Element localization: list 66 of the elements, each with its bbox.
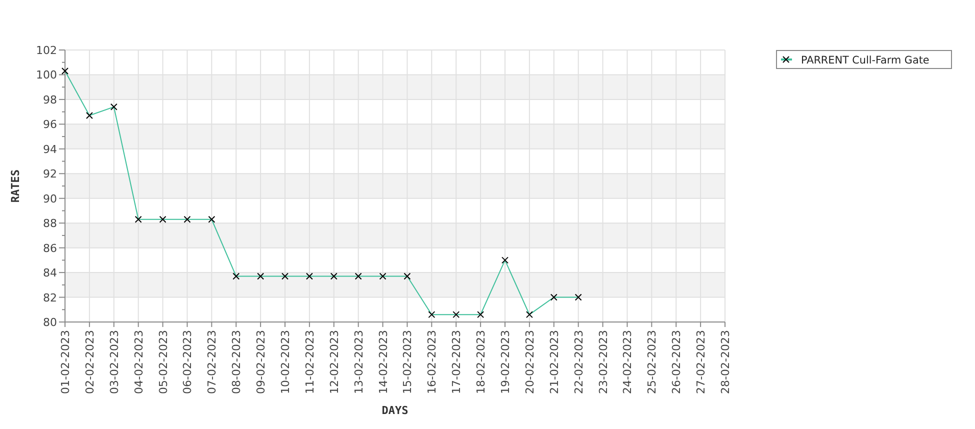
y-tick-label: 88	[43, 217, 57, 230]
x-tick-label: 20-02-2023	[523, 330, 536, 394]
x-tick-label: 06-02-2023	[181, 330, 194, 394]
x-tick-label: 17-02-2023	[450, 330, 464, 394]
x-tick-label: 25-02-2023	[646, 330, 659, 394]
legend-label: PARRENT Cull-Farm Gate	[801, 54, 930, 66]
data-point-marker	[404, 272, 411, 280]
x-tick-label: 21-02-2023	[548, 330, 561, 394]
x-tick-label: 13-02-2023	[352, 330, 366, 394]
x-tick-label: 04-02-2023	[132, 330, 146, 394]
x-tick-label: 19-02-2023	[499, 330, 512, 394]
data-point-marker	[379, 272, 386, 280]
data-point-marker	[428, 311, 436, 318]
x-tick-label: 16-02-2023	[426, 330, 439, 394]
data-point-marker	[257, 272, 264, 280]
data-point-marker	[110, 103, 118, 110]
x-tick-label: 05-02-2023	[156, 330, 170, 394]
x-tick-label: 09-02-2023	[254, 330, 268, 394]
data-point-marker	[232, 272, 240, 280]
x-tick-label: 14-02-2023	[376, 330, 390, 394]
y-tick-label: 84	[43, 266, 57, 280]
data-point-marker	[282, 272, 288, 280]
x-tick-label: 12-02-2023	[328, 330, 341, 394]
y-tick-label: 96	[43, 118, 57, 132]
x-tick-label: 23-02-2023	[596, 330, 610, 394]
data-point-marker	[62, 68, 68, 75]
y-tick-label: 102	[36, 44, 57, 57]
data-point-marker	[477, 311, 484, 318]
x-tick-label: 18-02-2023	[474, 330, 488, 394]
data-point-marker	[208, 216, 216, 223]
data-point-marker	[452, 311, 460, 318]
y-tick-label: 98	[43, 93, 57, 106]
y-tick-label: 100	[36, 68, 57, 82]
data-point-marker	[574, 294, 582, 301]
data-point-marker	[550, 294, 558, 301]
x-tick-label: 28-02-2023	[719, 330, 732, 394]
x-axis-title: DAYS	[382, 404, 408, 417]
legend-marker-icon	[781, 56, 792, 63]
x-tick-label: 11-02-2023	[303, 330, 316, 394]
data-point-marker	[86, 112, 93, 120]
data-point-marker	[330, 272, 338, 280]
x-tick-label: 03-02-2023	[108, 330, 121, 394]
x-tick-label: 07-02-2023	[206, 330, 219, 394]
y-tick-label: 92	[43, 168, 57, 181]
x-tick-label: 02-02-2023	[83, 330, 96, 394]
x-tick-label: 01-02-2023	[59, 330, 72, 394]
y-tick-label: 82	[43, 291, 57, 304]
y-tick-label: 86	[43, 242, 57, 255]
x-tick-label: 24-02-2023	[621, 330, 634, 394]
x-tick-label: 08-02-2023	[230, 330, 244, 394]
y-axis-title: RATES	[9, 169, 22, 203]
data-point-marker	[502, 256, 508, 264]
data-point-marker	[306, 272, 313, 280]
data-point-marker	[134, 216, 142, 223]
x-tick-label: 15-02-2023	[401, 330, 414, 394]
data-point-marker	[184, 216, 191, 223]
x-tick-label: 27-02-2023	[694, 330, 708, 394]
data-point-marker	[526, 311, 533, 318]
x-tick-label: 26-02-2023	[670, 330, 684, 394]
y-tick-label: 94	[43, 142, 57, 156]
data-point-marker	[354, 272, 362, 280]
y-tick-label: 90	[43, 192, 57, 206]
x-tick-label: 10-02-2023	[279, 330, 292, 394]
y-tick-label: 80	[43, 316, 57, 329]
x-tick-label: 22-02-2023	[572, 330, 586, 394]
data-point-marker	[159, 216, 166, 223]
